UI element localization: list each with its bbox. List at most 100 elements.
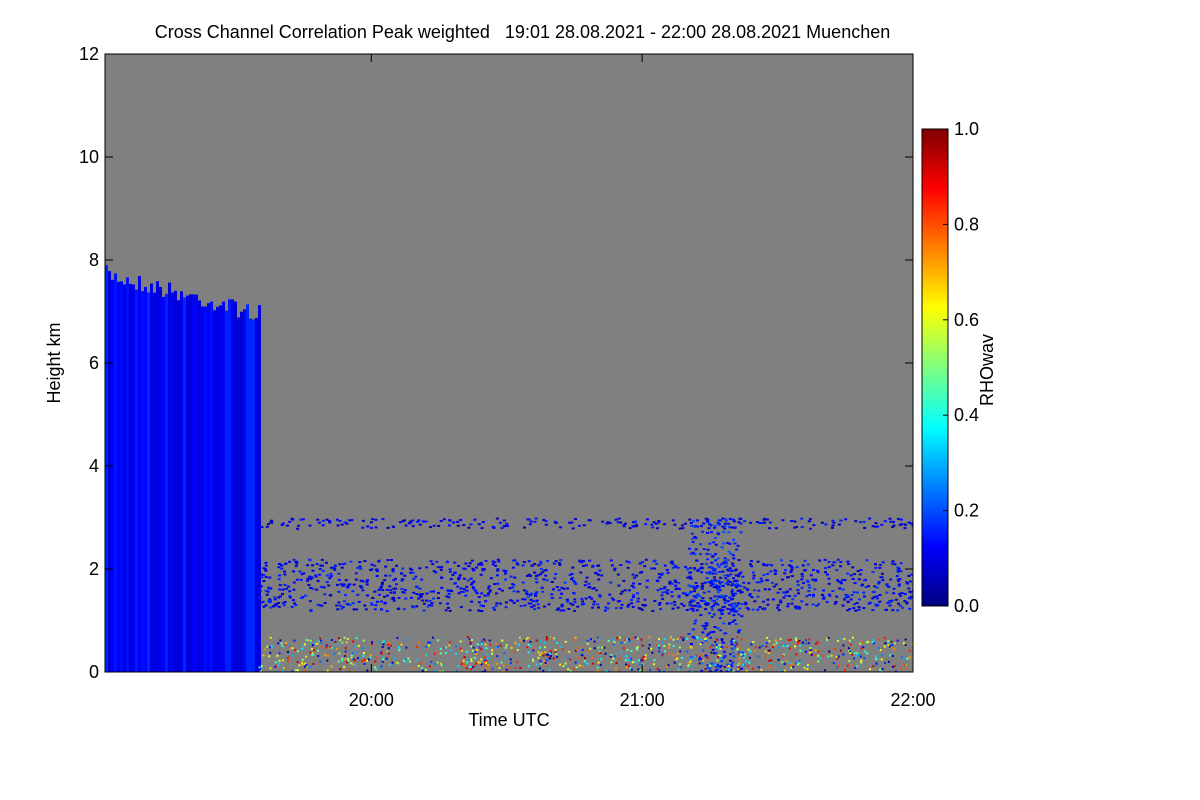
heatmap-cell xyxy=(652,663,655,666)
heatmap-cell xyxy=(436,591,440,594)
heatmap-cell xyxy=(469,523,473,526)
heatmap-cell xyxy=(897,567,901,570)
heatmap-cell xyxy=(258,589,262,592)
heatmap-cell xyxy=(502,524,506,527)
heatmap-cell xyxy=(653,659,656,662)
heatmap-cell xyxy=(640,608,644,611)
heatmap-cell xyxy=(588,586,592,589)
heatmap-cell xyxy=(291,654,294,657)
heatmap-cell xyxy=(529,598,533,601)
heatmap-cell xyxy=(574,636,577,639)
heatmap-cell xyxy=(425,645,428,648)
heatmap-cell xyxy=(486,594,490,597)
heatmap-cell xyxy=(634,660,637,663)
heatmap-cell xyxy=(417,519,421,522)
heatmap-cell xyxy=(789,559,793,562)
heatmap-cell xyxy=(598,593,602,596)
heatmap-cell xyxy=(597,578,601,581)
heatmap-cell xyxy=(856,569,860,572)
heatmap-cell xyxy=(804,642,807,645)
heatmap-cell xyxy=(388,585,392,588)
heatmap-cell xyxy=(704,608,708,611)
heatmap-cell xyxy=(162,296,165,672)
heatmap-cell xyxy=(484,643,487,646)
heatmap-cell xyxy=(564,662,567,665)
heatmap-cell xyxy=(718,594,722,597)
heatmap-cell xyxy=(859,655,862,658)
heatmap-cell xyxy=(732,651,735,654)
heatmap-cell xyxy=(628,640,631,643)
heatmap-cell xyxy=(720,613,724,616)
heatmap-cell xyxy=(566,600,570,603)
heatmap-cell xyxy=(283,573,287,576)
heatmap-cell xyxy=(672,638,675,641)
heatmap-cell xyxy=(627,589,631,592)
heatmap-cell xyxy=(363,604,367,607)
heatmap-cell xyxy=(848,660,851,663)
heatmap-cell xyxy=(809,647,812,650)
heatmap-cell xyxy=(431,563,435,566)
heatmap-cell xyxy=(709,597,713,600)
heatmap-cell xyxy=(373,564,377,567)
heatmap-cell xyxy=(737,613,741,616)
heatmap-cell xyxy=(437,639,440,642)
heatmap-cell xyxy=(749,521,753,524)
heatmap-cell xyxy=(318,567,322,570)
heatmap-cell xyxy=(514,667,517,670)
heatmap-cell xyxy=(665,602,669,605)
heatmap-cell xyxy=(306,577,310,580)
heatmap-cell xyxy=(499,644,502,647)
heatmap-cell xyxy=(556,607,560,610)
heatmap-cell xyxy=(846,609,850,612)
heatmap-cell xyxy=(806,664,809,667)
heatmap-cell xyxy=(379,600,383,603)
heatmap-cell xyxy=(440,576,444,579)
heatmap-cell xyxy=(737,651,741,654)
heatmap-cell xyxy=(415,593,419,596)
x-tick-label: 21:00 xyxy=(620,690,665,710)
heatmap-cell xyxy=(141,291,144,672)
heatmap-cell xyxy=(756,608,760,611)
heatmap-cell xyxy=(823,669,826,672)
heatmap-cell xyxy=(804,639,807,642)
heatmap-cell xyxy=(851,636,854,639)
heatmap-cell xyxy=(843,638,846,641)
heatmap-cell xyxy=(758,646,761,649)
heatmap-cell xyxy=(620,641,623,644)
heatmap-cell xyxy=(416,659,419,662)
heatmap-cell xyxy=(893,648,896,651)
heatmap-cell xyxy=(708,542,712,545)
heatmap-cell xyxy=(544,661,547,664)
heatmap-cell xyxy=(234,301,237,672)
heatmap-cell xyxy=(852,607,856,610)
heatmap-cell xyxy=(881,668,884,671)
heatmap-cell xyxy=(325,646,328,649)
heatmap-cell xyxy=(822,597,826,600)
heatmap-cell xyxy=(550,654,553,657)
heatmap-cell xyxy=(521,564,525,567)
heatmap-cell xyxy=(857,598,861,601)
heatmap-cell xyxy=(516,661,519,664)
heatmap-cell xyxy=(586,662,589,665)
heatmap-cell xyxy=(827,577,831,580)
heatmap-cell xyxy=(651,526,655,529)
heatmap-cell xyxy=(656,589,660,592)
heatmap-cell xyxy=(769,662,772,665)
heatmap-cell xyxy=(457,578,461,581)
heatmap-cell xyxy=(509,662,512,665)
heatmap-cell xyxy=(706,656,709,659)
heatmap-cell xyxy=(471,649,474,652)
heatmap-cell xyxy=(613,567,617,570)
heatmap-cell xyxy=(308,600,312,603)
heatmap-cell xyxy=(790,569,794,572)
heatmap-cell xyxy=(633,524,637,527)
heatmap-cell xyxy=(908,649,911,652)
heatmap-cell xyxy=(861,641,864,644)
heatmap-cell xyxy=(436,597,440,600)
heatmap-cell xyxy=(265,593,269,596)
heatmap-cell xyxy=(412,577,416,580)
heatmap-cell xyxy=(708,570,712,573)
heatmap-cell xyxy=(853,582,857,585)
heatmap-cell xyxy=(189,294,192,672)
heatmap-cell xyxy=(731,564,735,567)
